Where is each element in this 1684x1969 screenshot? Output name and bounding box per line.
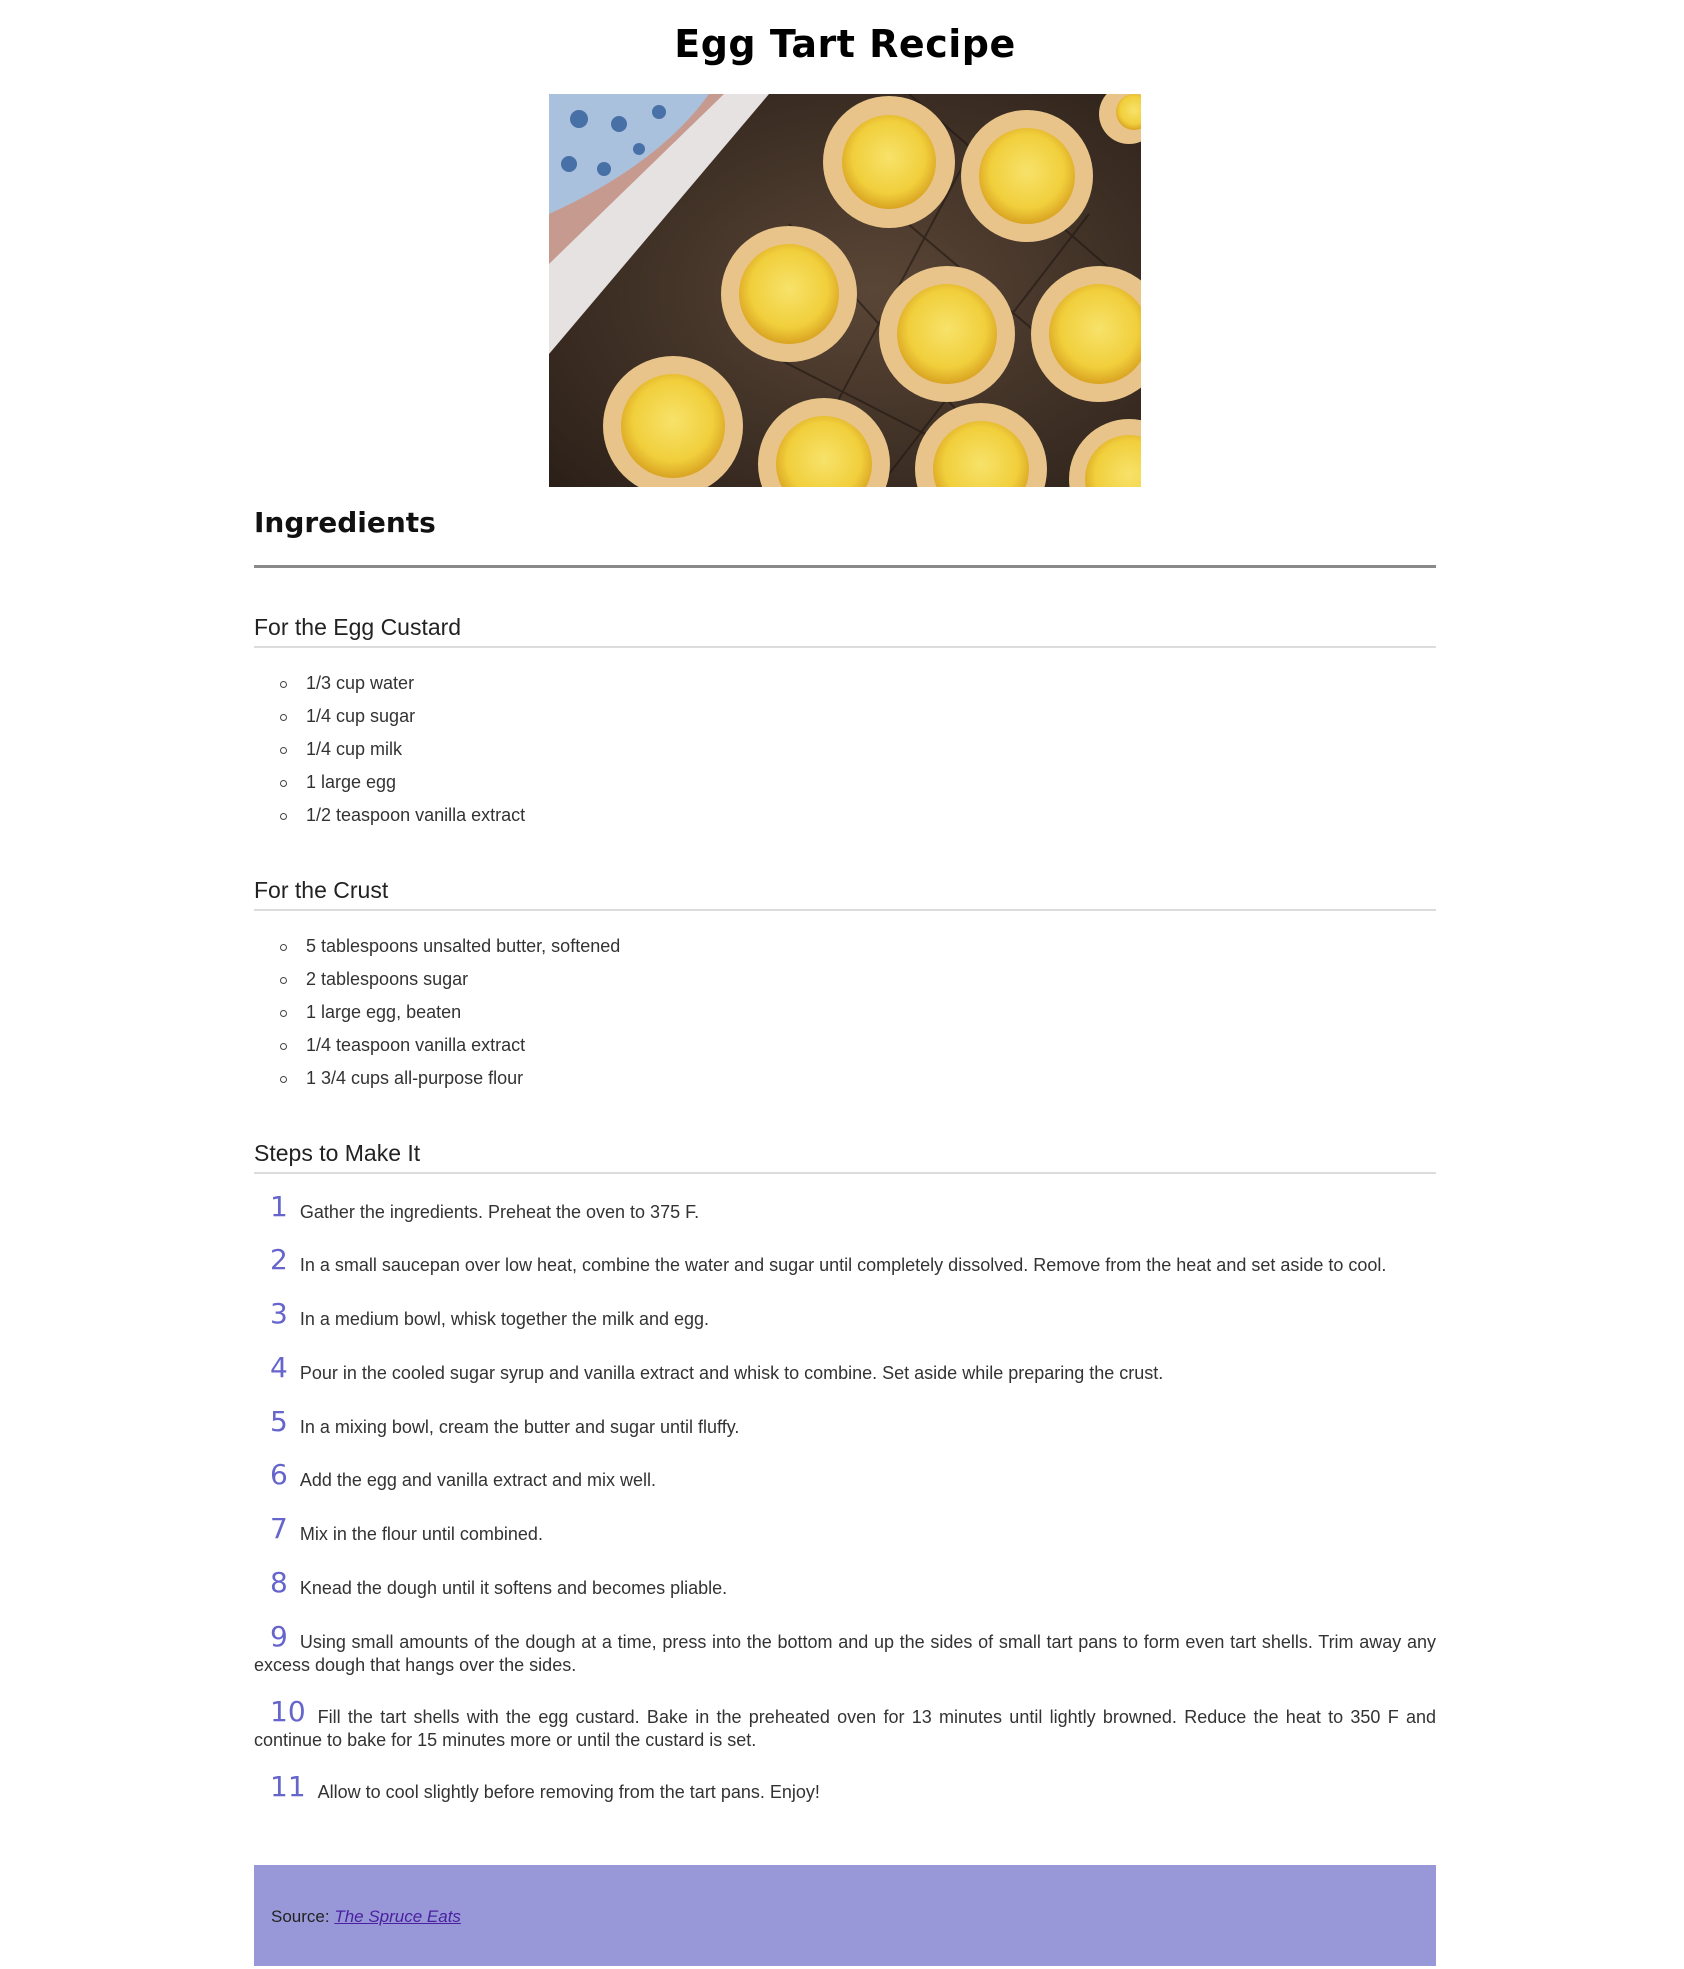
- egg-tart-photo: [549, 94, 1141, 487]
- step-number: 3: [270, 1297, 288, 1330]
- step-item: 4 Pour in the cooled sugar syrup and vani…: [254, 1354, 1436, 1385]
- step-item: 8 Knead the dough until it softens and be…: [254, 1569, 1436, 1600]
- step-number: 1: [270, 1190, 288, 1223]
- step-number: 6: [270, 1458, 288, 1491]
- list-item: 5 tablespoons unsalted butter, softened: [254, 930, 620, 963]
- step-number: 7: [270, 1512, 288, 1545]
- step-text: In a mixing bowl, cream the butter and s…: [299, 1417, 740, 1437]
- list-item: 1/4 teaspoon vanilla extract: [254, 1029, 620, 1062]
- step-text: Using small amounts of the dough at a ti…: [254, 1632, 1436, 1675]
- step-text: Knead the dough until it softens and bec…: [299, 1578, 728, 1598]
- step-number: 9: [270, 1620, 288, 1653]
- step-number: 5: [270, 1405, 288, 1438]
- custard-heading: For the Egg Custard: [254, 614, 462, 640]
- step-item: 1 Gather the ingredients. Preheat the ove…: [254, 1193, 1436, 1224]
- list-item: 1 large egg: [254, 766, 525, 799]
- custard-ingredient-list: 1/3 cup water 1/4 cup sugar 1/4 cup milk…: [254, 667, 525, 832]
- step-number: 2: [270, 1243, 288, 1276]
- source-label: Source:: [271, 1907, 335, 1926]
- step-text: Pour in the cooled sugar syrup and vanil…: [299, 1363, 1164, 1383]
- step-item: 2 In a small saucepan over low heat, comb…: [254, 1246, 1436, 1277]
- source-link[interactable]: The Spruce Eats: [334, 1907, 461, 1926]
- ingredients-divider: [254, 565, 1436, 568]
- step-item: 7 Mix in the flour until combined.: [254, 1515, 1436, 1546]
- list-item: 1/3 cup water: [254, 667, 525, 700]
- step-item: 9 Using small amounts of the dough at a t…: [254, 1623, 1436, 1677]
- step-item: 5 In a mixing bowl, cream the butter and …: [254, 1408, 1436, 1439]
- source-footer: Source: The Spruce Eats: [254, 1865, 1436, 1966]
- step-text: Allow to cool slightly before removing f…: [317, 1782, 820, 1802]
- step-text: Add the egg and vanilla extract and mix …: [299, 1470, 657, 1490]
- step-text: In a medium bowl, whisk together the mil…: [299, 1309, 710, 1329]
- step-text: Mix in the flour until combined.: [299, 1524, 543, 1544]
- page-title: Egg Tart Recipe: [674, 22, 1016, 66]
- list-item: 1/4 cup milk: [254, 733, 525, 766]
- step-item: 3 In a medium bowl, whisk together the mi…: [254, 1300, 1436, 1331]
- custard-divider: [254, 646, 1436, 648]
- ingredients-heading: Ingredients: [254, 506, 436, 539]
- step-item: 10 Fill the tart shells with the egg cust…: [254, 1698, 1436, 1752]
- list-item: 1 large egg, beaten: [254, 996, 620, 1029]
- step-number: 4: [270, 1351, 288, 1384]
- step-item: 6 Add the egg and vanilla extract and mix…: [254, 1461, 1436, 1492]
- steps-divider: [254, 1172, 1436, 1174]
- step-text: Gather the ingredients. Preheat the oven…: [299, 1202, 700, 1222]
- step-text: Fill the tart shells with the egg custar…: [254, 1707, 1436, 1750]
- crust-ingredient-list: 5 tablespoons unsalted butter, softened …: [254, 930, 620, 1095]
- list-item: 1 3/4 cups all-purpose flour: [254, 1062, 620, 1095]
- step-item: 11 Allow to cool slightly before removing…: [254, 1773, 1436, 1804]
- step-number: 11: [270, 1770, 306, 1803]
- steps-heading: Steps to Make It: [254, 1140, 421, 1166]
- crust-heading: For the Crust: [254, 877, 389, 903]
- source-line: Source: The Spruce Eats: [271, 1907, 461, 1927]
- step-number: 10: [270, 1695, 306, 1728]
- list-item: 1/4 cup sugar: [254, 700, 525, 733]
- crust-divider: [254, 909, 1436, 911]
- step-text: In a small saucepan over low heat, combi…: [299, 1255, 1387, 1275]
- list-item: 2 tablespoons sugar: [254, 963, 620, 996]
- step-number: 8: [270, 1566, 288, 1599]
- list-item: 1/2 teaspoon vanilla extract: [254, 799, 525, 832]
